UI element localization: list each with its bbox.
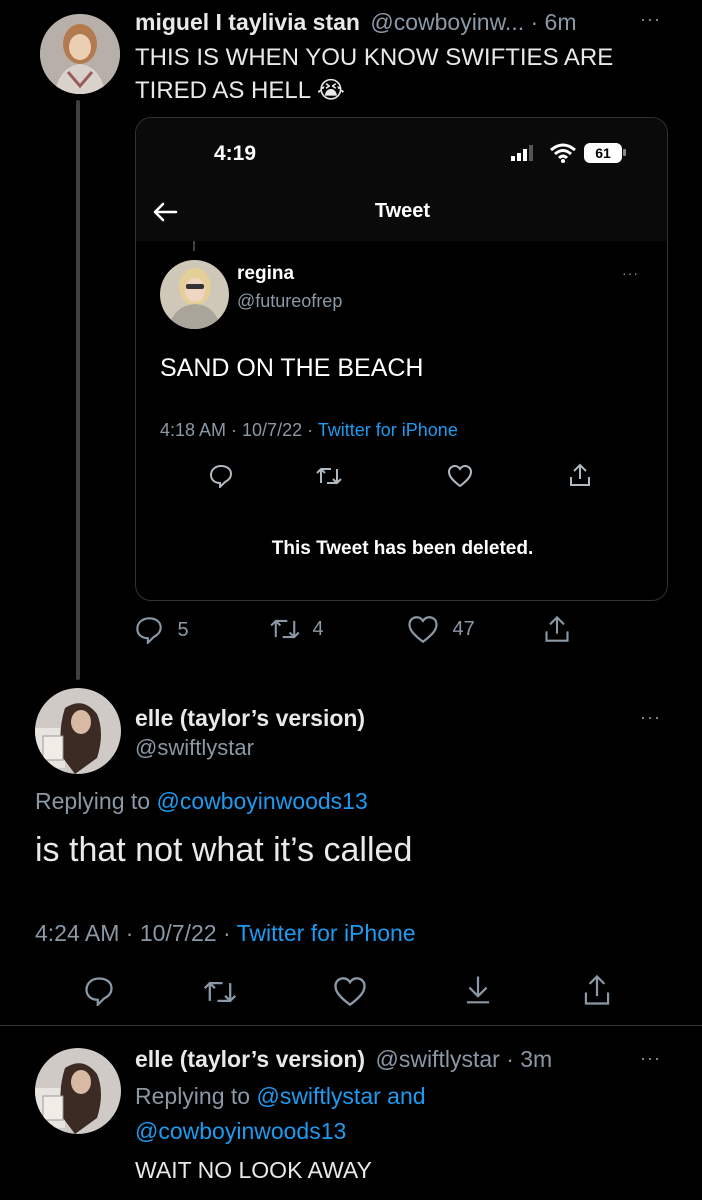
inner-author-handle[interactable]: @futureofrep [237, 291, 342, 312]
inner-timestamp: 4:18 AM · 10/7/22 · Twitter for iPhone [160, 420, 458, 440]
avatar[interactable] [40, 14, 120, 94]
inner-tweet-text: SAND ON THE BEACH [160, 354, 424, 382]
replying-to: Replying to @cowboyinwoods13 [35, 788, 368, 814]
author-handle[interactable]: @cowboyinw... [370, 9, 524, 35]
inner-retweet-icon[interactable] [316, 465, 342, 487]
replying-to-link-2[interactable]: @cowboyinwoods13 [135, 1118, 346, 1144]
avatar[interactable] [160, 260, 229, 329]
like-icon[interactable] [334, 977, 366, 1006]
like-button[interactable]: 47 [408, 616, 475, 644]
tweet-text: is that not what it’s called [35, 831, 413, 869]
more-options-icon[interactable]: ··· [640, 10, 661, 28]
author-handle[interactable]: @swiftlystar [135, 735, 254, 761]
tweet-3[interactable]: elle (taylor’s version) @swiftlystar · 3… [0, 1027, 702, 1200]
crying-emoji-icon: 😭 [316, 76, 345, 104]
tweet-1[interactable]: miguel I taylivia stan @cowboyinw... · 6… [0, 0, 702, 680]
tweet-time[interactable]: · 3m [506, 1046, 552, 1072]
tweet-2[interactable]: elle (taylor’s version) @swiftlystar ···… [0, 680, 702, 1026]
retweet-icon[interactable] [203, 978, 237, 1006]
nav-title: Tweet [374, 200, 431, 222]
tweet-time[interactable]: · 6m [531, 9, 577, 35]
timestamp: 4:24 AM · 10/7/22 · Twitter for iPhone [35, 920, 416, 946]
inner-more-options-icon[interactable]: ··· [622, 266, 639, 280]
reply-icon[interactable] [84, 976, 114, 1006]
more-options-icon[interactable]: ··· [640, 708, 661, 726]
inner-share-icon[interactable] [568, 463, 592, 487]
more-options-icon[interactable]: ··· [640, 1049, 661, 1067]
reply-button[interactable]: 5 [135, 616, 189, 644]
status-time: 4:19 [214, 142, 257, 165]
deleted-notice: This Tweet has been deleted. [271, 538, 534, 559]
source-link[interactable]: Twitter for iPhone [237, 920, 416, 946]
bookmark-download-icon[interactable] [463, 974, 493, 1006]
retweet-button[interactable]: 4 [270, 616, 324, 644]
tweet-text: WAIT NO LOOK AWAY [135, 1157, 372, 1183]
thread-line [76, 100, 80, 680]
divider [0, 1025, 702, 1026]
like-count: 47 [452, 618, 475, 640]
inner-source-link[interactable]: Twitter for iPhone [318, 420, 458, 440]
signal-icon [511, 145, 537, 161]
replying-to-link[interactable]: @cowboyinwoods13 [156, 788, 367, 814]
inner-author-name[interactable]: regina [237, 263, 294, 285]
reply-count: 5 [177, 618, 189, 641]
author-name[interactable]: elle (taylor’s version) [135, 705, 365, 732]
wifi-icon [550, 143, 576, 163]
inner-like-icon[interactable] [448, 465, 472, 487]
replying-to: Replying to @swiftlystar and @cowboyinwo… [135, 1083, 426, 1144]
author-handle[interactable]: @swiftlystar [375, 1046, 499, 1072]
avatar[interactable] [35, 688, 121, 774]
avatar[interactable] [35, 1048, 121, 1134]
author-name[interactable]: elle (taylor’s version) [135, 1046, 365, 1072]
embedded-screenshot[interactable]: 4:19 61 Tweet regina @futureofrep ··· SA… [135, 117, 668, 601]
share-icon[interactable] [582, 974, 612, 1006]
inner-reply-icon[interactable] [209, 464, 233, 488]
retweet-icon [270, 616, 300, 642]
tweet-text: THIS IS WHEN YOU KNOW SWIFTIES ARE TIRED… [135, 44, 614, 104]
like-icon [408, 616, 438, 643]
retweet-count: 4 [312, 617, 324, 640]
replying-to-link[interactable]: @swiftlystar and [256, 1083, 425, 1109]
reply-icon [135, 616, 163, 644]
author-name[interactable]: miguel I taylivia stan [135, 9, 360, 35]
share-icon[interactable] [543, 615, 571, 643]
battery-icon: 61 [584, 143, 622, 163]
